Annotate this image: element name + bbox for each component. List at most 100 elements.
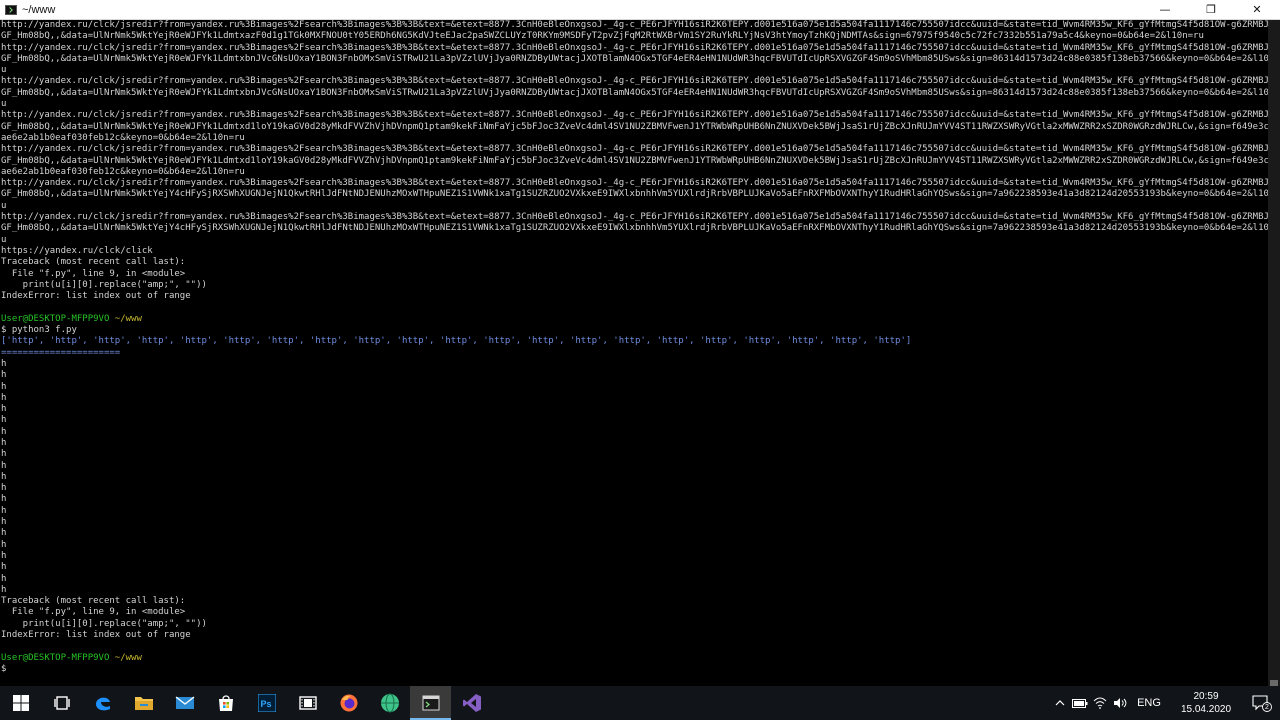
terminal-line: u (1, 65, 7, 76)
terminal-line: GF_Hm08bQ,,&data=UlNrNmk5WktYejR0eWJFYk1… (1, 121, 1268, 132)
firefox-icon (340, 694, 357, 712)
terminal-line: GF_Hm08bQ,,&data=UlNrNmk5WktYejR0eWJFYk1… (1, 155, 1268, 166)
output-line: h (1, 437, 7, 448)
notification-count: 2 (1265, 703, 1269, 711)
shell-prompt: User@DESKTOP-MFPP9VO ~/www (1, 314, 1268, 325)
terminal-line: u (1, 200, 7, 211)
terminal-line: u (1, 234, 7, 245)
tray-expand[interactable] (1050, 686, 1070, 720)
system-tray: ENG 20:59 15.04.2020 2 (1050, 686, 1280, 720)
task-view-button[interactable] (41, 686, 82, 720)
output-line: h (1, 528, 7, 539)
windows-logo-icon (12, 695, 29, 711)
terminal-output[interactable]: http://yandex.ru/clck/jsredir?from=yande… (0, 20, 1268, 686)
tray-language[interactable]: ENG (1130, 697, 1168, 709)
terminal-line: http://yandex.ru/clck/jsredir?from=yande… (1, 178, 1268, 189)
terminal-line: ae6e2ab1b0eaf030feb12c&keyno=0&b64e=2&l1… (1, 166, 245, 177)
clock-date: 15.04.2020 (1180, 704, 1232, 715)
terminal-line: GF_Hm08bQ,,&data=UlNrNmk5WktYejY4cHFySjR… (1, 189, 1268, 200)
output-line: h (1, 370, 7, 381)
close-button[interactable]: ✕ (1234, 0, 1280, 19)
taskbar-store[interactable] (205, 686, 246, 720)
tray-network[interactable] (1090, 686, 1110, 720)
output-line: h (1, 562, 7, 573)
terminal-line: GF_Hm08bQ,,&data=UlNrNmk5WktYejR0eWJFYk1… (1, 53, 1268, 64)
mail-icon (175, 696, 194, 709)
terminal-line: u (1, 99, 7, 110)
notification-icon (1252, 695, 1272, 712)
maximize-button[interactable]: ❐ (1188, 0, 1234, 19)
output-line: h (1, 494, 7, 505)
output-line: h (1, 381, 7, 392)
output-line: h (1, 426, 7, 437)
taskbar-movie-app[interactable] (287, 686, 328, 720)
traceback-line: File "f.py", line 9, in <module> (1, 607, 186, 618)
terminal-line: http://yandex.ru/clck/jsredir?from=yande… (1, 144, 1268, 155)
terminal-line: http://yandex.ru/clck/jsredir?from=yande… (1, 212, 1268, 223)
command-line: $ python3 f.py (1, 325, 77, 336)
taskbar-firefox[interactable] (328, 686, 369, 720)
output-line: h (1, 550, 7, 561)
windows-taskbar: Ps ENG 20:59 15.04.2020 2 (0, 686, 1280, 720)
prompt-path: ~/www (114, 313, 142, 324)
terminal-line: print(u[i][0].replace("amp;", "")) (1, 279, 207, 290)
prompt-user: User@DESKTOP-MFPP9VO (1, 652, 110, 663)
output-line: h (1, 404, 7, 415)
edge-icon (95, 697, 110, 711)
minimize-button[interactable]: — (1142, 0, 1188, 19)
wifi-icon (1093, 697, 1107, 709)
output-line: h (1, 539, 7, 550)
clock-time: 20:59 (1193, 691, 1219, 702)
terminal-line: GF_Hm08bQ,,&data=UlNrNmk5WktYejR0eWJFYk1… (1, 87, 1268, 98)
chevron-up-icon (1055, 700, 1065, 706)
photoshop-icon: Ps (257, 694, 276, 712)
prompt-user: User@DESKTOP-MFPP9VO (1, 313, 110, 324)
traceback-line: IndexError: list index out of range (1, 630, 191, 641)
terminal-line: http://yandex.ru/clck/jsredir?from=yande… (1, 76, 1268, 87)
taskbar-terminal[interactable] (410, 686, 451, 720)
output-line: h (1, 505, 7, 516)
taskbar-visual-studio[interactable] (451, 686, 492, 720)
traceback-line (1, 641, 1268, 652)
action-center-button[interactable]: 2 (1244, 686, 1280, 720)
output-line: h (1, 584, 7, 595)
traceback-line: Traceback (most recent call last): (1, 596, 186, 607)
terminal-line: https://yandex.ru/clck/click (1, 245, 153, 256)
terminal-scrollbar[interactable] (1268, 20, 1280, 698)
output-line: h (1, 460, 7, 471)
globe-app-icon (380, 693, 399, 713)
list-output: ['http', 'http', 'http', 'http', 'http',… (1, 336, 912, 347)
taskbar-edge[interactable] (82, 686, 123, 720)
store-icon (218, 695, 233, 711)
output-line: h (1, 483, 7, 494)
tray-clock[interactable]: 20:59 15.04.2020 (1168, 690, 1244, 716)
prompt-path: ~/www (114, 652, 142, 663)
taskbar-mail[interactable] (164, 686, 205, 720)
tray-battery[interactable] (1070, 686, 1090, 720)
terminal-line: http://yandex.ru/clck/jsredir?from=yande… (1, 110, 1268, 121)
file-explorer-icon (134, 697, 153, 710)
battery-icon (1072, 698, 1088, 708)
movie-app-icon (298, 696, 317, 710)
traceback-line: print(u[i][0].replace("amp;", "")) (1, 618, 207, 629)
tray-volume[interactable] (1110, 686, 1130, 720)
window-controls: — ❐ ✕ (1142, 0, 1280, 19)
output-line: h (1, 415, 7, 426)
visual-studio-icon (462, 694, 481, 712)
terminal-line: ae6e2ab1b0eaf030feb12c&keyno=0&b64e=2&l1… (1, 132, 245, 143)
terminal-line: http://yandex.ru/clck/jsredir?from=yande… (1, 20, 1268, 30)
terminal-window-icon (5, 4, 17, 15)
start-button[interactable] (0, 686, 41, 720)
window-title: ~/www (22, 3, 56, 16)
terminal-line: http://yandex.ru/clck/jsredir?from=yande… (1, 42, 1268, 53)
output-line: h (1, 392, 7, 403)
input-prompt: $ (1, 663, 7, 674)
taskbar-photoshop[interactable]: Ps (246, 686, 287, 720)
taskbar-file-explorer[interactable] (123, 686, 164, 720)
terminal-line: Traceback (most recent call last): (1, 257, 186, 268)
output-line: h (1, 471, 7, 482)
taskbar-globe-app[interactable] (369, 686, 410, 720)
output-line: h (1, 358, 7, 369)
task-view-icon (53, 696, 70, 710)
